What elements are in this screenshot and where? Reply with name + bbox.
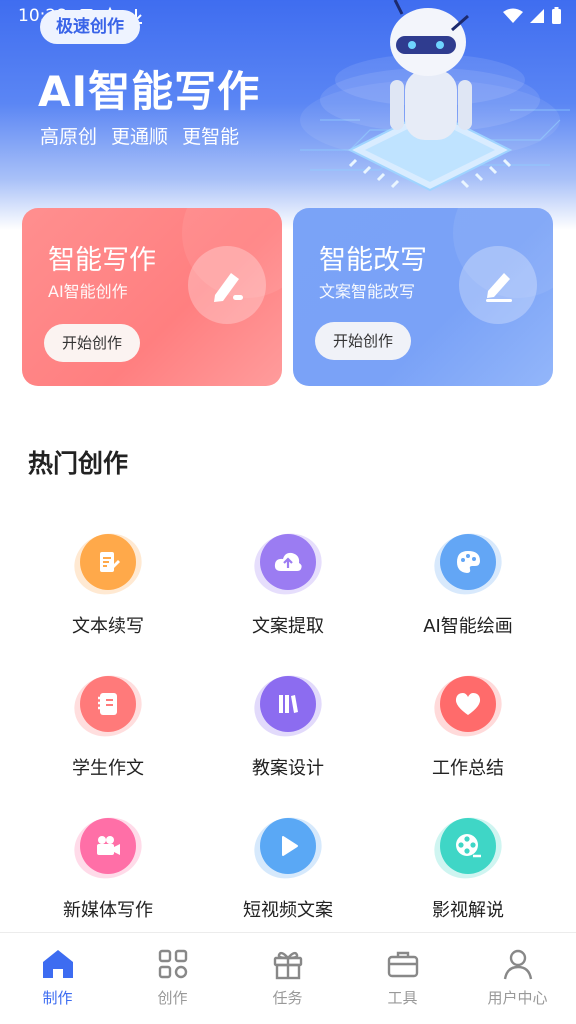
user-icon xyxy=(460,945,575,983)
card-subtitle: 文案智能改写 xyxy=(319,282,416,301)
smart-writing-card[interactable]: 智能写作 AI智能创作 开始创作 xyxy=(22,208,282,386)
tool-label: 教案设计 xyxy=(252,758,324,779)
nav-label: 创作 xyxy=(157,989,188,1007)
start-rewrite-button[interactable]: 开始创作 xyxy=(315,322,412,360)
nav-item-create[interactable]: 创作 xyxy=(115,945,230,1008)
card-title: 智能写作 xyxy=(48,245,156,276)
home-icon xyxy=(0,945,115,983)
nav-label: 制作 xyxy=(42,989,73,1007)
tool-item-work-summary[interactable]: 工作总结 xyxy=(378,666,558,780)
tool-item-new-media[interactable]: 新媒体写作 xyxy=(18,808,198,922)
tool-label: AI智能绘画 xyxy=(423,616,513,637)
tool-label: 短视频文案 xyxy=(243,900,333,921)
tool-item-short-video[interactable]: 短视频文案 xyxy=(198,808,378,922)
nav-item-user-center[interactable]: 用户中心 xyxy=(460,945,575,1008)
tool-label: 学生作文 xyxy=(72,758,144,779)
heart-icon xyxy=(440,676,496,732)
nav-item-tasks[interactable]: 任务 xyxy=(230,945,345,1008)
pencil-icon xyxy=(188,246,266,324)
smart-rewrite-card[interactable]: 智能改写 文案智能改写 开始创作 xyxy=(293,208,553,386)
nav-label: 任务 xyxy=(272,989,303,1007)
edit-icon xyxy=(459,246,537,324)
tool-label: 新媒体写作 xyxy=(63,900,153,921)
page-subtitle: 高原创 更通顺 更智能 xyxy=(40,126,240,148)
tool-label: 影视解说 xyxy=(432,900,504,921)
gift-icon xyxy=(230,945,345,983)
tool-label: 文本续写 xyxy=(72,616,144,637)
film-reel-icon xyxy=(440,818,496,874)
briefcase-icon xyxy=(345,945,460,983)
nav-label: 用户中心 xyxy=(487,989,548,1007)
video-camera-icon xyxy=(80,818,136,874)
bottom-nav: 制作 创作 任务 工具 用户中心 xyxy=(0,932,576,1024)
nav-label: 工具 xyxy=(387,989,418,1007)
page-title: AI智能写作 xyxy=(38,67,261,116)
robot-illustration xyxy=(300,0,570,192)
document-edit-icon xyxy=(80,534,136,590)
palette-icon xyxy=(440,534,496,590)
grid-icon xyxy=(115,945,230,983)
books-icon xyxy=(260,676,316,732)
tool-item-ai-painting[interactable]: AI智能绘画 xyxy=(378,524,558,638)
cloud-upload-icon xyxy=(260,534,316,590)
tool-item-text-continue[interactable]: 文本续写 xyxy=(18,524,198,638)
card-subtitle: AI智能创作 xyxy=(48,282,128,301)
hero-banner: 10:28 极速创作 AI智能写作 高原创 更通顺 更智能 xyxy=(0,0,576,230)
notebook-icon xyxy=(80,676,136,732)
speed-badge: 极速创作 xyxy=(40,10,140,44)
card-title: 智能改写 xyxy=(319,245,427,276)
tool-item-lesson-plan[interactable]: 教案设计 xyxy=(198,666,378,780)
play-icon xyxy=(260,818,316,874)
tool-item-copy-extract[interactable]: 文案提取 xyxy=(198,524,378,638)
tool-item-student-essay[interactable]: 学生作文 xyxy=(18,666,198,780)
tool-label: 文案提取 xyxy=(252,616,324,637)
section-title: 热门创作 xyxy=(28,449,129,478)
start-writing-button[interactable]: 开始创作 xyxy=(44,324,141,362)
tool-label: 工作总结 xyxy=(432,758,504,779)
nav-item-make[interactable]: 制作 xyxy=(0,945,115,1008)
tool-item-film-commentary[interactable]: 影视解说 xyxy=(378,808,558,922)
nav-item-tools[interactable]: 工具 xyxy=(345,945,460,1008)
